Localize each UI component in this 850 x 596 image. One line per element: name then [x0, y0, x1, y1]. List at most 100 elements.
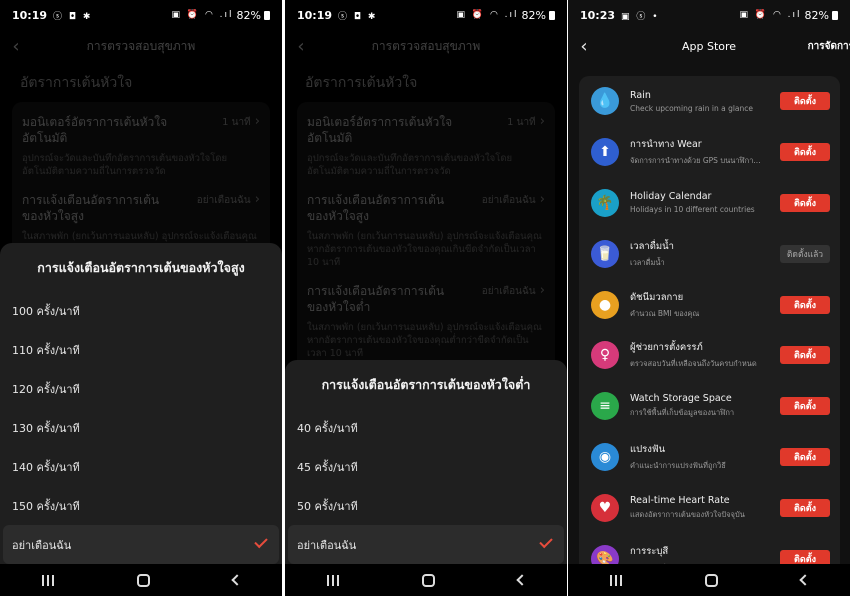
setting-high-hr-alert[interactable]: การแจ้งเตือนอัตราการเต้นของหัวใจสูง อย่า… [307, 188, 545, 279]
option-120[interactable]: 120 ครั้ง/นาที [0, 369, 282, 408]
install-button[interactable]: ติดตั้ง [780, 447, 830, 466]
app-description: จัดการการนำทางด้วย GPS บนนาฬิกา... [630, 156, 761, 166]
app-text: Watch Storage Space การใช้พื้นที่เก็บข้อม… [630, 393, 770, 419]
recent-apps-icon[interactable] [41, 574, 54, 586]
app-name: Holiday Calendar [630, 191, 712, 203]
manage-button[interactable]: การจัดการ [808, 30, 850, 62]
status-time: 10:19 [297, 8, 333, 22]
app-row[interactable]: ≡ Watch Storage Space การใช้พื้นที่เก็บข้อ… [579, 381, 840, 432]
checkmark-icon [254, 534, 268, 548]
home-icon[interactable] [704, 573, 718, 587]
setting-description: อุปกรณ์จะวัดและบันทึกอัตราการเต้นของหัวใ… [307, 153, 513, 177]
bmi-icon: ● [591, 290, 619, 319]
recent-apps-icon[interactable] [609, 574, 622, 586]
setting-description: ในสภาพพัก (ยกเว้นการนอนหลับ) อุปกรณ์จะแจ… [307, 231, 542, 268]
app-description: Check upcoming rain in a glance [630, 103, 754, 113]
option-50[interactable]: 50 ครั้ง/นาที [285, 486, 567, 525]
back-icon[interactable] [515, 574, 528, 586]
option-100[interactable]: 100 ครั้ง/นาที [0, 291, 282, 330]
water-glass-icon: 🥛 [591, 239, 619, 268]
page-title: App Store [681, 39, 737, 53]
sheet-title: การแจ้งเตือนอัตราการเต้นของหัวใจต่ำ [321, 377, 531, 392]
setting-auto-hr-monitor[interactable]: มอนิเตอร์อัตราการเต้นหัวใจอัตโนมัติ 1 นา… [307, 110, 545, 188]
app-row[interactable]: ● ดัชนีมวลกาย คำนวณ BMI ของคุณ ติดตั้ง [579, 279, 840, 330]
phone-screen-app-store: 10:23 ▣ ⓢ • ▣ ⏰ ◠ .ıl 82% ‹ App Store กา… [568, 0, 850, 596]
back-chevron-icon[interactable]: ‹ [574, 30, 594, 62]
setting-value: 1 นาที [222, 114, 260, 130]
setting-title: การแจ้งเตือนอัตราการเต้นของหัวใจสูง [307, 193, 445, 223]
install-button[interactable]: ติดตั้ง [780, 193, 830, 212]
option-150[interactable]: 150 ครั้ง/นาที [0, 486, 282, 525]
section-heading: อัตราการเต้นหัวใจ [305, 75, 418, 91]
recent-apps-icon[interactable] [326, 574, 339, 586]
navigation-arrow-icon: ⬆ [591, 138, 619, 167]
back-icon[interactable] [798, 574, 811, 586]
option-label: อย่าเตือนฉัน [12, 538, 72, 552]
back-chevron-icon[interactable]: ‹ [6, 30, 26, 62]
app-row[interactable]: 💧 Rain Check upcoming rain in a glance ติดต… [579, 76, 840, 127]
option-dont-remind[interactable]: อย่าเตือนฉัน [288, 525, 564, 564]
checkmark-icon [539, 534, 553, 548]
app-text: ผู้ช่วยการตั้งครรภ์ตรวจสอบวันที่เหลือจนถ… [630, 340, 770, 370]
install-button[interactable]: ติดตั้ง [780, 143, 830, 162]
nav-bar [0, 564, 282, 596]
battery-icon [549, 10, 555, 20]
install-button[interactable]: ติดตั้ง [780, 295, 830, 314]
app-text: การระบุสีตรวจจับอสี [630, 544, 770, 564]
storage-icon: ≡ [591, 392, 619, 421]
option-40[interactable]: 40 ครั้ง/นาที [285, 408, 567, 447]
option-45[interactable]: 45 ครั้ง/นาที [285, 447, 567, 486]
setting-auto-hr-monitor[interactable]: มอนิเตอร์อัตราการเต้นหัวใจอัตโนมัติ 1 นา… [22, 110, 260, 188]
setting-title: การแจ้งเตือนอัตราการเต้นของหัวใจสูง [22, 193, 160, 223]
pregnancy-icon: ♀ [591, 341, 619, 370]
install-button[interactable]: ติดตั้ง [780, 549, 830, 564]
status-time: 10:19 [12, 8, 48, 22]
setting-low-hr-alert[interactable]: การแจ้งเตือนอัตราการเต้นของหัวใจต่ำ อย่า… [307, 279, 545, 370]
install-button[interactable]: ติดตั้ง [780, 397, 830, 416]
option-dont-remind[interactable]: อย่าเตือนฉัน [3, 525, 279, 564]
page-title: การตรวจสอบสุขภาพ [86, 38, 196, 53]
app-bar: ‹ App Store การจัดการ [568, 30, 850, 62]
install-button[interactable]: ติดตั้ง [780, 346, 830, 365]
battery-icon [832, 10, 838, 20]
option-label: อย่าเตือนฉัน [297, 538, 357, 552]
option-140[interactable]: 140 ครั้ง/นาที [0, 447, 282, 486]
install-button[interactable]: ติดตั้ง [780, 92, 830, 111]
app-row[interactable]: ⬆ การนำทาง Wear จัดการการนำทางด้วย GPS บนน… [579, 127, 840, 178]
setting-description: อุปกรณ์จะวัดและบันทึกอัตราการเต้นของหัวใ… [22, 153, 228, 177]
app-name: การนำทาง Wear [630, 139, 702, 151]
home-icon[interactable] [136, 573, 150, 587]
setting-value: อย่าเตือนฉัน [482, 192, 545, 208]
back-chevron-icon[interactable]: ‹ [291, 30, 311, 62]
app-name: ดัชนีมวลกาย [630, 291, 684, 303]
app-row[interactable]: 🌴 Holiday Calendar Holidays in 10 differen… [579, 178, 840, 229]
app-text: Real-time Heart Rate แสดงอัตราการเต้นของห… [630, 495, 770, 521]
option-130[interactable]: 130 ครั้ง/นาที [0, 408, 282, 447]
battery-level: 82% [521, 8, 546, 22]
app-name: Real-time Heart Rate [630, 494, 730, 506]
app-row[interactable]: ♀ ผู้ช่วยการตั้งครรภ์ตรวจสอบวันที่เหลือจน… [579, 330, 840, 381]
status-time: 10:23 [580, 8, 616, 22]
phone-screen-low-hr: 10:19 ⓢ ◘ ✱ ▣ ⏰ ◠ .ıl 82% ‹ การตรวจสอบสุ… [285, 0, 567, 596]
app-name: ผู้ช่วยการตั้งครรภ์ [630, 342, 703, 354]
setting-value: อย่าเตือนฉัน [482, 283, 545, 299]
app-list: 💧 Rain Check upcoming rain in a glance ติดต… [579, 76, 840, 564]
status-notification-icons: ⓢ ◘ ✱ [338, 11, 378, 22]
option-110[interactable]: 110 ครั้ง/นาที [0, 330, 282, 369]
nav-bar [568, 564, 850, 596]
phone-screen-high-hr: 10:19 ⓢ ◘ ✱ ▣ ⏰ ◠ .ıl 82% ‹ การตรวจสอบสุ… [0, 0, 282, 596]
status-system-icons: ▣ ⏰ ◠ .ıl [171, 10, 234, 20]
app-row[interactable]: 🎨 การระบุสีตรวจจับอสี ติดตั้ง [579, 533, 840, 564]
app-description: ตรวจสอบวันที่เหลือจนถึงวันครบกำหนด [630, 359, 757, 369]
setting-title: มอนิเตอร์อัตราการเต้นหัวใจอัตโนมัติ [307, 115, 453, 145]
home-icon[interactable] [421, 573, 435, 587]
install-button[interactable]: ติดตั้ง [780, 498, 830, 517]
app-row[interactable]: 🥛 เวลาดื่มน้ำ เวลาดื่มน้ำ ติดตั้งแล้ว [579, 228, 840, 279]
app-description: เวลาดื่มน้ำ [630, 257, 665, 267]
app-text: แปรงฟัน คำแนะนำการแปรงฟันที่ถูกวิธี [630, 442, 770, 472]
back-icon[interactable] [230, 574, 243, 586]
raindrop-icon: 💧 [591, 87, 619, 116]
battery-icon [264, 10, 270, 20]
app-row[interactable]: ♥ Real-time Heart Rate แสดงอัตราการเต้นของ… [579, 482, 840, 533]
app-row[interactable]: ◉ แปรงฟัน คำแนะนำการแปรงฟันที่ถูกวิธี ติดตั… [579, 432, 840, 483]
